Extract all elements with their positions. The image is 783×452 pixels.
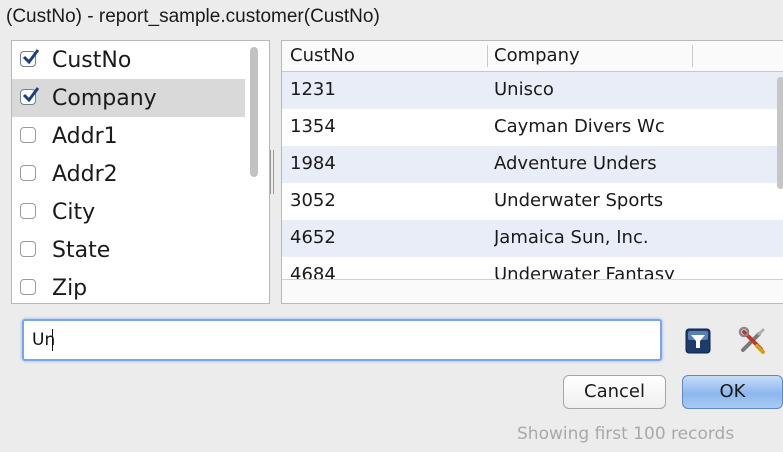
status-text: Showing first 100 records <box>517 424 735 444</box>
filter-button[interactable] <box>685 328 711 354</box>
column-item-label: Company <box>52 86 157 111</box>
checkbox-unchecked-icon[interactable] <box>20 241 36 257</box>
checkbox-checked-icon[interactable] <box>20 87 40 105</box>
split-pane-divider[interactable] <box>270 150 274 194</box>
cell-custno: 1231 <box>290 79 336 100</box>
cell-custno: 3052 <box>290 190 336 211</box>
column-header-custno[interactable]: CustNo <box>290 45 355 66</box>
table-row[interactable]: 4652 Jamaica Sun, Inc. <box>282 220 783 257</box>
cell-company: Adventure Unders <box>494 153 657 174</box>
cell-company: Cayman Divers Wc <box>494 116 665 137</box>
column-item-custno[interactable]: CustNo <box>12 41 245 79</box>
column-list[interactable]: CustNo Company Addr1 Addr2 City State Zi… <box>11 40 270 304</box>
search-input[interactable] <box>22 319 662 361</box>
table-row[interactable]: 3052 Underwater Sports <box>282 183 783 220</box>
column-item-company[interactable]: Company <box>12 79 245 117</box>
records-table[interactable]: CustNo Company 1231 Unisco 1354 Cayman D… <box>281 40 783 304</box>
filter-icon <box>685 328 711 354</box>
cell-company: Underwater Sports <box>494 190 664 211</box>
ok-button[interactable]: OK <box>682 375 783 409</box>
checkbox-unchecked-icon[interactable] <box>20 203 36 219</box>
column-item-label: Addr2 <box>52 162 118 187</box>
cancel-button[interactable]: Cancel <box>563 375 666 409</box>
column-item-label: City <box>52 200 96 225</box>
column-item-label: Addr1 <box>52 124 118 149</box>
text-cursor <box>52 329 53 351</box>
column-item-city[interactable]: City <box>12 193 245 231</box>
cell-custno: 1354 <box>290 116 336 137</box>
cell-custno: 4652 <box>290 227 336 248</box>
column-header-company[interactable]: Company <box>494 45 580 66</box>
window-title: (CustNo) - report_sample.customer(CustNo… <box>6 6 380 27</box>
cell-company: Unisco <box>494 79 554 100</box>
table-row[interactable]: 1354 Cayman Divers Wc <box>282 109 783 146</box>
checkbox-checked-icon[interactable] <box>20 49 40 67</box>
table-row[interactable]: 1231 Unisco <box>282 72 783 109</box>
tools-button[interactable] <box>737 326 767 356</box>
column-item-addr2[interactable]: Addr2 <box>12 155 245 193</box>
table-horizontal-scrollbar[interactable] <box>282 279 783 303</box>
column-item-zip[interactable]: Zip <box>12 269 245 303</box>
checkbox-unchecked-icon[interactable] <box>20 127 36 143</box>
column-list-scrollbar[interactable] <box>250 47 258 177</box>
column-item-label: State <box>52 238 111 263</box>
checkbox-unchecked-icon[interactable] <box>20 165 36 181</box>
column-divider[interactable] <box>692 45 693 67</box>
column-item-state[interactable]: State <box>12 231 245 269</box>
column-item-addr1[interactable]: Addr1 <box>12 117 245 155</box>
table-row[interactable]: 1984 Adventure Unders <box>282 146 783 183</box>
column-item-label: Zip <box>52 276 88 301</box>
column-item-label: CustNo <box>52 48 132 73</box>
cell-custno: 1984 <box>290 153 336 174</box>
tools-icon <box>738 326 765 354</box>
table-vertical-scrollbar[interactable] <box>777 77 783 189</box>
cell-company: Jamaica Sun, Inc. <box>494 227 649 248</box>
checkbox-unchecked-icon[interactable] <box>20 279 36 295</box>
column-divider[interactable] <box>487 45 488 67</box>
table-header: CustNo Company <box>282 41 783 72</box>
